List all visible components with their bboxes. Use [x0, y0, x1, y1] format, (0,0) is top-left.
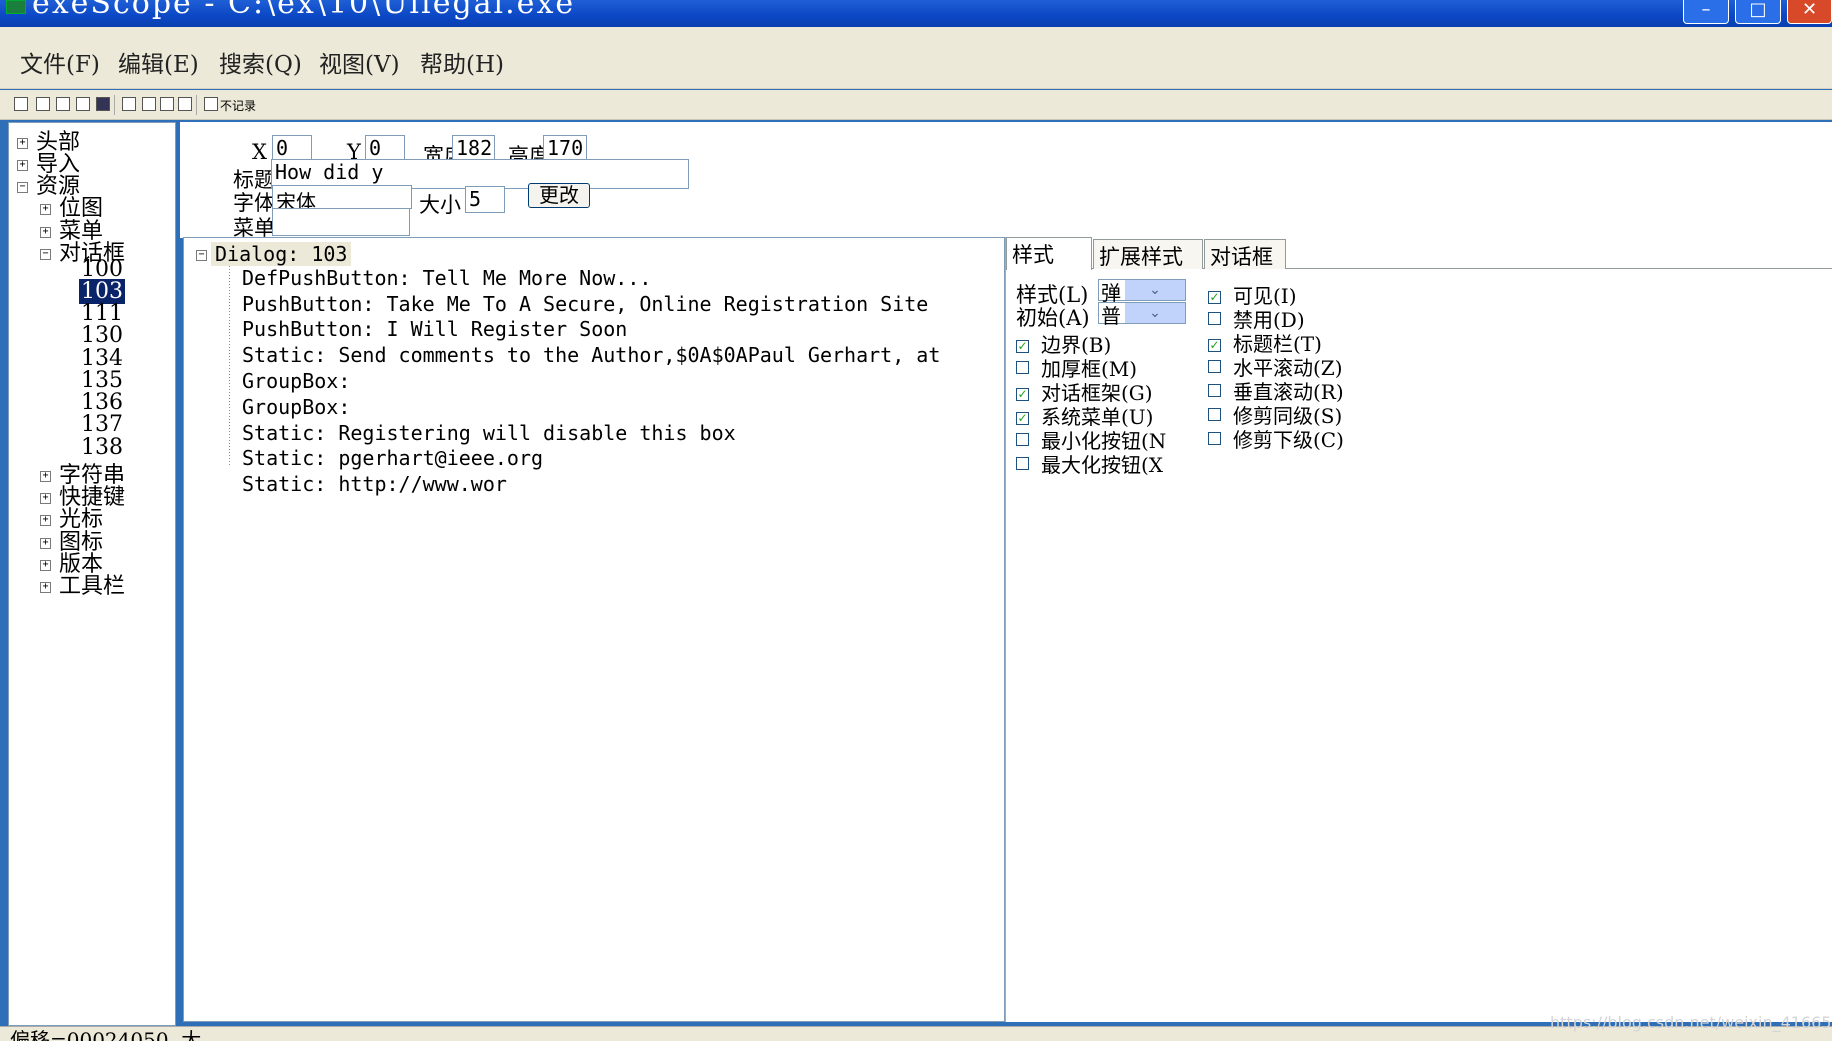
control-item-8[interactable]: Static: http://www.wor	[242, 472, 507, 496]
left-checkbox-5[interactable]: 最大化按钮(X	[1016, 449, 1163, 478]
title-bar: exeScope - C:\ex\10\Ullegal.exe – □ ✕	[0, 0, 1832, 27]
size-label: 大小	[419, 193, 461, 217]
tree-item-toolbar[interactable]: + 工具栏	[40, 568, 125, 599]
style-tabs: 样式 扩展样式 对话框	[1006, 237, 1832, 270]
control-item-5[interactable]: GroupBox:	[242, 395, 350, 419]
document-icon[interactable]	[142, 97, 156, 111]
status-text: 偏移=00024050, 大	[10, 1028, 202, 1041]
dialog-control-tree[interactable]: − Dialog: 103 DefPushButton: Tell Me More…	[183, 237, 1005, 1022]
menu-help[interactable]: 帮助(H)	[420, 45, 504, 79]
checkbox-label: 修剪下级(C)	[1233, 428, 1344, 452]
checkbox-label: 最大化按钮(X	[1041, 453, 1164, 477]
checkbox-icon[interactable]	[1208, 384, 1221, 397]
control-item-6[interactable]: Static: Registering will disable this bo…	[242, 421, 736, 445]
toolbar-separator	[114, 95, 115, 115]
size-field[interactable]: 5	[465, 186, 505, 213]
checkmark-icon[interactable]: ✓	[1016, 340, 1029, 353]
y-field[interactable]: 0	[365, 135, 405, 162]
tab-dialog[interactable]: 对话框	[1204, 239, 1286, 269]
maximize-button[interactable]: □	[1735, 0, 1781, 24]
menu-search[interactable]: 搜索(Q)	[219, 45, 302, 79]
copy-icon[interactable]	[76, 97, 90, 111]
collapse-icon[interactable]: −	[40, 248, 51, 260]
initial-label: 初始(A)	[1016, 306, 1090, 330]
tree-item-dialog-root[interactable]: − Dialog: 103	[196, 242, 352, 266]
collapse-icon[interactable]: −	[196, 250, 207, 261]
app-icon[interactable]	[6, 0, 26, 14]
image-icon[interactable]	[160, 97, 174, 111]
tab-ext-style[interactable]: 扩展样式	[1093, 239, 1203, 269]
menu-edit[interactable]: 编辑(E)	[118, 45, 199, 79]
checkmark-icon[interactable]: ✓	[1208, 339, 1221, 352]
control-item-4[interactable]: GroupBox:	[242, 369, 350, 393]
collapse-icon[interactable]: −	[17, 181, 28, 193]
expand-icon[interactable]: +	[40, 581, 51, 593]
minimize-button[interactable]: –	[1683, 0, 1729, 24]
control-item-1[interactable]: PushButton: Take Me To A Secure, Online …	[242, 292, 928, 316]
open-file-icon[interactable]	[36, 97, 50, 111]
checkbox-icon[interactable]	[1016, 361, 1029, 374]
change-button[interactable]: 更改	[528, 183, 590, 208]
tree-connector	[229, 266, 230, 466]
style-select[interactable]: 弹 ⌄	[1098, 279, 1186, 305]
checkmark-icon[interactable]: ✓	[1016, 412, 1029, 425]
checkmark-icon[interactable]: ✓	[1016, 388, 1029, 401]
control-item-2[interactable]: PushButton: I Will Register Soon	[242, 317, 627, 341]
control-item-7[interactable]: Static: pgerhart@ieee.org	[242, 446, 543, 470]
chevron-down-icon[interactable]: ⌄	[1125, 303, 1185, 323]
record-icon[interactable]	[204, 97, 218, 111]
tab-style[interactable]: 样式	[1006, 237, 1092, 270]
checkbox-icon[interactable]	[1016, 433, 1029, 446]
checkbox-icon[interactable]	[1208, 432, 1221, 445]
checkmark-icon[interactable]: ✓	[1208, 291, 1221, 304]
close-button[interactable]: ✕	[1787, 0, 1832, 24]
control-item-3[interactable]: Static: Send comments to the Author,$0A$…	[242, 343, 940, 367]
font-icon[interactable]	[122, 97, 136, 111]
menu-bar: 文件(F) 编辑(E) 搜索(Q) 视图(V) 帮助(H)	[0, 27, 1832, 89]
menu-view[interactable]: 视图(V)	[319, 45, 400, 79]
initial-select[interactable]: 普 ⌄	[1098, 302, 1186, 328]
menu-field[interactable]	[272, 208, 410, 236]
chevron-down-icon[interactable]: ⌄	[1125, 280, 1185, 300]
right-checkbox-6[interactable]: 修剪下级(C)	[1208, 424, 1344, 453]
checkbox-icon[interactable]	[1208, 312, 1221, 325]
new-file-icon[interactable]	[14, 97, 28, 111]
export-icon[interactable]	[96, 97, 110, 111]
menu-file[interactable]: 文件(F)	[20, 45, 100, 79]
x-label: X	[252, 140, 267, 164]
x-field[interactable]: 0	[272, 135, 312, 162]
control-item-0[interactable]: DefPushButton: Tell Me More Now...	[242, 266, 651, 290]
dialog-icon[interactable]	[178, 97, 192, 111]
checkbox-icon[interactable]	[1208, 360, 1221, 373]
height-field[interactable]: 170	[543, 135, 587, 162]
checkbox-icon[interactable]	[1208, 408, 1221, 421]
save-icon[interactable]	[56, 97, 70, 111]
checkbox-icon[interactable]	[1016, 457, 1029, 470]
watermark: https://blog.csdn.net/weixin_41665985	[1550, 1013, 1832, 1032]
no-record-label[interactable]: 不记录	[220, 97, 256, 114]
style-panel: 样式 扩展样式 对话框 样式(L) 弹 ⌄ 初始(A) 普 ⌄ ✓ 边界(B) 加厚…	[1005, 237, 1832, 1022]
toolbar: 不记录	[0, 90, 1832, 120]
font-field[interactable]: 宋体	[272, 185, 412, 209]
width-field[interactable]: 182	[452, 135, 495, 162]
window-title: exeScope - C:\ex\10\Ullegal.exe	[32, 0, 576, 21]
toolbar-separator	[196, 95, 197, 115]
resource-tree[interactable]: + 头部 + 导入 − 资源 + 位图 + 菜单 − 对话框 100 103 111 130…	[8, 122, 176, 1026]
